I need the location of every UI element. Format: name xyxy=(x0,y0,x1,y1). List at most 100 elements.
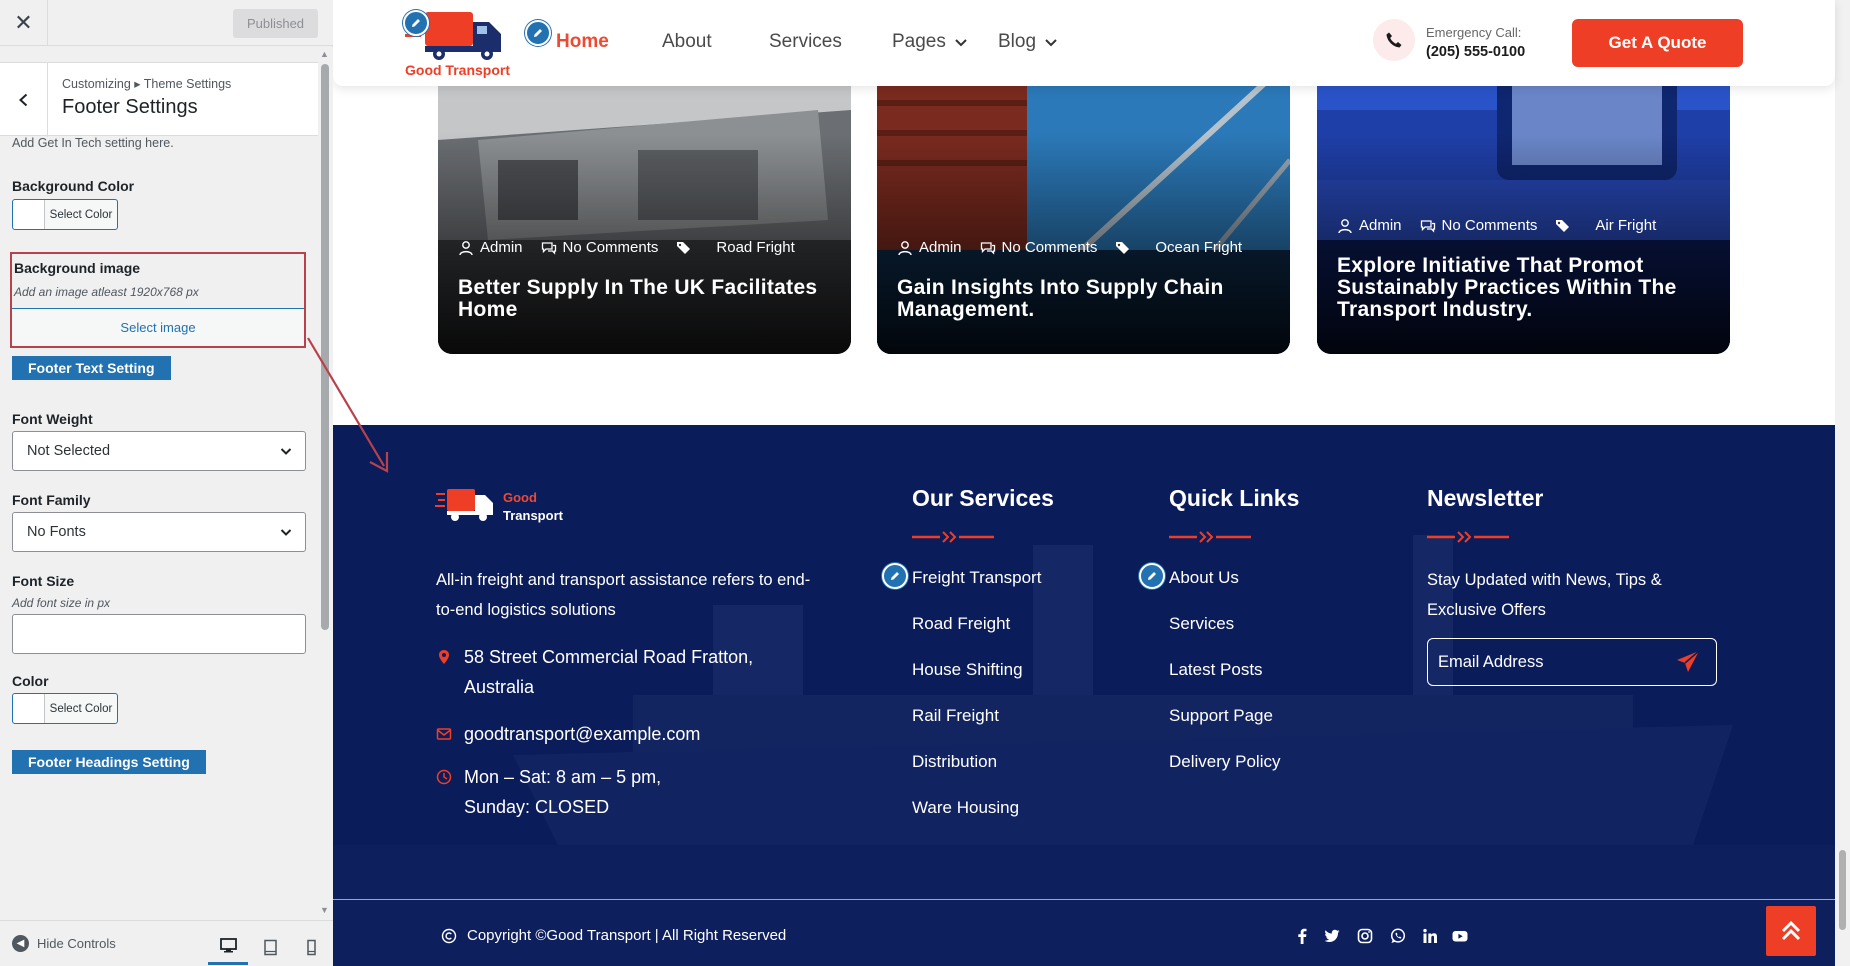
whatsapp-icon[interactable] xyxy=(1388,926,1408,946)
clock-icon xyxy=(436,769,452,785)
text-color-picker[interactable]: Select Color xyxy=(12,693,118,724)
tags-icon xyxy=(1556,219,1570,232)
heading-divider-icon xyxy=(1427,531,1509,543)
facebook-icon[interactable] xyxy=(1292,926,1312,946)
font-weight-select[interactable]: Not Selected xyxy=(12,431,306,471)
category[interactable]: Road Fright xyxy=(676,239,795,256)
footer-email[interactable]: goodtransport@example.com xyxy=(436,719,700,749)
pencil-icon xyxy=(891,572,899,580)
font-weight-value: Not Selected xyxy=(27,443,111,459)
footer-link-delivery-policy[interactable]: Delivery Policy xyxy=(1169,752,1280,772)
comments[interactable]: No Comments xyxy=(980,239,1097,256)
blog-card[interactable]: Admin No Comments Road Fright Better Sup… xyxy=(438,40,851,354)
nav-blog[interactable]: Blog xyxy=(998,31,1058,53)
close-icon[interactable]: ✕ xyxy=(0,0,48,46)
footer-divider xyxy=(333,899,1835,900)
nav-pages[interactable]: Pages xyxy=(892,31,968,53)
desktop-icon xyxy=(219,938,237,953)
back-button[interactable] xyxy=(0,63,48,137)
newsletter-heading: Newsletter xyxy=(1427,485,1544,511)
category[interactable]: Ocean Fright xyxy=(1115,239,1242,256)
blog-meta: Admin No Comments Air Fright xyxy=(1337,217,1656,234)
footer-link-freight-transport[interactable]: Freight Transport xyxy=(912,568,1041,588)
footer-link-services[interactable]: Services xyxy=(1169,614,1234,634)
tablet-icon xyxy=(263,939,277,955)
tags-icon xyxy=(1116,241,1130,254)
comments[interactable]: No Comments xyxy=(541,239,658,256)
twitter-icon[interactable] xyxy=(1322,926,1342,946)
blog-title[interactable]: Better Supply In The UK Facilitates Home xyxy=(458,277,831,321)
panel-description: Add Get In Tech setting here. xyxy=(12,136,174,150)
font-size-input[interactable] xyxy=(12,614,306,654)
published-button[interactable]: Published xyxy=(233,9,318,38)
footer-text-setting-button[interactable]: Footer Text Setting xyxy=(12,356,171,380)
newsletter-email-input[interactable]: Email Address xyxy=(1427,638,1717,686)
preview-scrollbar[interactable] xyxy=(1835,0,1850,966)
font-family-value: No Fonts xyxy=(27,524,86,540)
select-image-button[interactable]: Select image xyxy=(12,308,304,346)
blog-title[interactable]: Gain Insights Into Supply Chain Manageme… xyxy=(897,277,1270,321)
footer-link-ware-housing[interactable]: Ware Housing xyxy=(912,798,1019,818)
blog-card[interactable]: Admin No Comments Air Fright Explore Ini… xyxy=(1317,40,1730,354)
category[interactable]: Air Fright xyxy=(1555,217,1656,234)
mobile-preview-button[interactable] xyxy=(291,929,331,965)
font-weight-label: Font Weight xyxy=(12,411,93,427)
footer-logo[interactable]: Good Transport xyxy=(435,485,575,535)
site-footer: Good Transport All-in freight and transp… xyxy=(333,425,1835,966)
emergency-number[interactable]: (205) 555-0100 xyxy=(1426,44,1525,60)
footer-link-latest-posts[interactable]: Latest Posts xyxy=(1169,660,1263,680)
hide-controls-button[interactable]: ◀ Hide Controls xyxy=(12,935,116,952)
footer-about-text: All-in freight and transport assistance … xyxy=(436,571,811,619)
blog-card[interactable]: Admin No Comments Ocean Fright Gain Insi… xyxy=(877,40,1290,354)
footer-link-rail-freight[interactable]: Rail Freight xyxy=(912,706,999,726)
footer-logo-good: Good xyxy=(503,490,537,505)
scroll-up-icon[interactable]: ▲ xyxy=(320,49,329,59)
footer-link-about-us[interactable]: About Us xyxy=(1169,568,1239,588)
linkedin-icon[interactable] xyxy=(1420,926,1440,946)
font-family-select[interactable]: No Fonts xyxy=(12,512,306,552)
get-quote-button[interactable]: Get A Quote xyxy=(1572,19,1743,67)
bg-color-picker[interactable]: Select Color xyxy=(12,199,118,230)
tablet-preview-button[interactable] xyxy=(250,929,290,965)
select-color-label: Select Color xyxy=(49,702,113,715)
bg-image-hint: Add an image atleast 1920x768 px xyxy=(14,285,199,299)
author[interactable]: Admin xyxy=(897,239,962,256)
comments[interactable]: No Comments xyxy=(1420,217,1537,234)
youtube-icon[interactable] xyxy=(1450,926,1470,946)
blog-title[interactable]: Explore Initiative That Promot Sustainab… xyxy=(1337,255,1710,321)
scroll-to-top-button[interactable] xyxy=(1766,906,1816,956)
footer-link-house-shifting[interactable]: House Shifting xyxy=(912,660,1023,680)
send-icon[interactable] xyxy=(1675,649,1701,675)
author[interactable]: Admin xyxy=(458,239,523,256)
author[interactable]: Admin xyxy=(1337,217,1402,234)
edit-shortcut-menu[interactable] xyxy=(525,20,551,46)
edit-shortcut-quick-links[interactable] xyxy=(1139,563,1165,589)
address-text: 58 Street Commercial Road Fratton, Austr… xyxy=(464,647,754,697)
nav-about[interactable]: About xyxy=(662,31,712,53)
mail-icon xyxy=(436,728,452,740)
edit-shortcut-logo[interactable] xyxy=(403,10,429,36)
user-icon xyxy=(1338,218,1352,233)
footer-address: 58 Street Commercial Road Fratton, Austr… xyxy=(436,642,796,702)
footer-link-support-page[interactable]: Support Page xyxy=(1169,706,1273,726)
quick-links-heading: Quick Links xyxy=(1169,485,1300,511)
nav-pages-label: Pages xyxy=(892,31,946,52)
customizer-top-bar: ✕ Published xyxy=(0,0,333,46)
nav-home[interactable]: Home xyxy=(556,31,609,53)
double-chevron-up-icon xyxy=(1781,920,1801,941)
panel-title: Footer Settings xyxy=(62,96,198,118)
nav-services[interactable]: Services xyxy=(769,31,842,53)
edit-shortcut-services[interactable] xyxy=(882,563,908,589)
footer-link-road-freight[interactable]: Road Freight xyxy=(912,614,1010,634)
footer-link-distribution[interactable]: Distribution xyxy=(912,752,997,772)
footer-headings-setting-button[interactable]: Footer Headings Setting xyxy=(12,750,206,774)
user-icon xyxy=(459,240,473,255)
scroll-down-icon[interactable]: ▼ xyxy=(320,905,329,915)
site-preview: Admin No Comments Road Fright Better Sup… xyxy=(333,0,1850,966)
pencil-icon xyxy=(534,29,542,37)
desktop-preview-button[interactable] xyxy=(208,929,248,965)
color-swatch xyxy=(13,200,45,229)
preview-scroll-thumb[interactable] xyxy=(1839,850,1846,930)
instagram-icon[interactable] xyxy=(1355,926,1375,946)
font-size-hint: Add font size in px xyxy=(12,596,111,610)
